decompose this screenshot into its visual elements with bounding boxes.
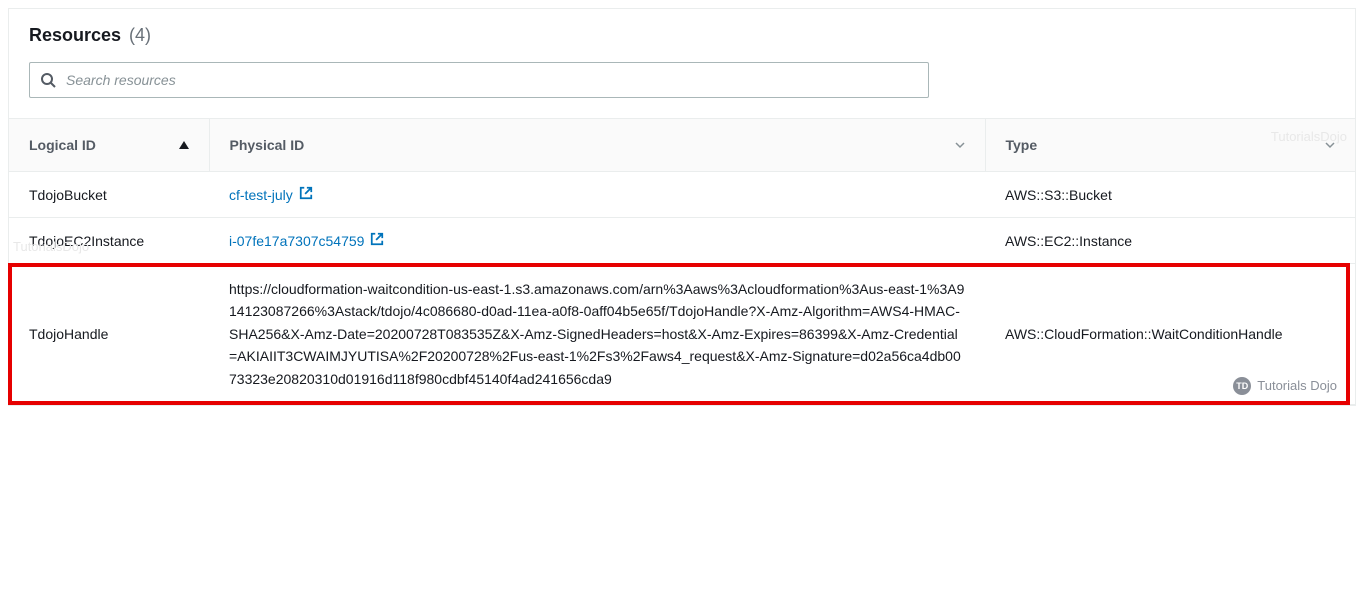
- resource-count: (4): [129, 25, 151, 45]
- link-text: cf-test-july: [229, 187, 293, 203]
- physical-id-text: https://cloudformation-waitcondition-us-…: [229, 278, 965, 390]
- resources-panel: TutorialsDojo TutorialsDojo Resources (4…: [8, 8, 1356, 406]
- sort-hint-icon: [1325, 142, 1335, 149]
- column-header-type[interactable]: Type: [985, 119, 1355, 172]
- sort-ascending-icon: [179, 141, 189, 149]
- column-header-label: Type: [1006, 137, 1038, 153]
- resources-table: Logical ID Physical ID Type: [9, 118, 1355, 405]
- cell-type: AWS::EC2::Instance: [985, 218, 1355, 264]
- column-header-logical-id[interactable]: Logical ID: [9, 119, 209, 172]
- physical-id-link[interactable]: cf-test-july: [229, 186, 313, 203]
- search-box[interactable]: [29, 62, 929, 98]
- table-row: TdojoBucket cf-test-july AWS::S3::Bucket: [9, 172, 1355, 218]
- column-header-label: Physical ID: [230, 137, 305, 153]
- sort-hint-icon: [955, 142, 965, 149]
- td-logo-icon: TD: [1233, 377, 1251, 395]
- column-header-physical-id[interactable]: Physical ID: [209, 119, 985, 172]
- panel-header: Resources (4): [9, 9, 1355, 54]
- external-link-icon: [370, 232, 384, 249]
- column-header-label: Logical ID: [29, 137, 96, 153]
- panel-title: Resources: [29, 25, 121, 45]
- cell-logical-id: TdojoEC2Instance: [9, 218, 209, 264]
- table-row: TdojoHandlehttps://cloudformation-waitco…: [9, 264, 1355, 405]
- search-icon: [30, 72, 66, 88]
- external-link-icon: [299, 186, 313, 203]
- physical-id-link[interactable]: i-07fe17a7307c54759: [229, 232, 384, 249]
- cell-logical-id: TdojoBucket: [9, 172, 209, 218]
- search-input[interactable]: [66, 63, 928, 97]
- search-container: [9, 54, 1355, 118]
- cell-physical-id: i-07fe17a7307c54759: [209, 218, 985, 264]
- link-text: i-07fe17a7307c54759: [229, 233, 364, 249]
- tutorials-dojo-badge: TD Tutorials Dojo: [1233, 377, 1337, 395]
- cell-logical-id: TdojoHandle: [9, 264, 209, 405]
- td-label: Tutorials Dojo: [1257, 378, 1337, 393]
- cell-physical-id: https://cloudformation-waitcondition-us-…: [209, 264, 985, 405]
- cell-type: AWS::S3::Bucket: [985, 172, 1355, 218]
- cell-physical-id: cf-test-july: [209, 172, 985, 218]
- table-row: TdojoEC2Instance i-07fe17a7307c54759 AWS::…: [9, 218, 1355, 264]
- table-header-row: Logical ID Physical ID Type: [9, 119, 1355, 172]
